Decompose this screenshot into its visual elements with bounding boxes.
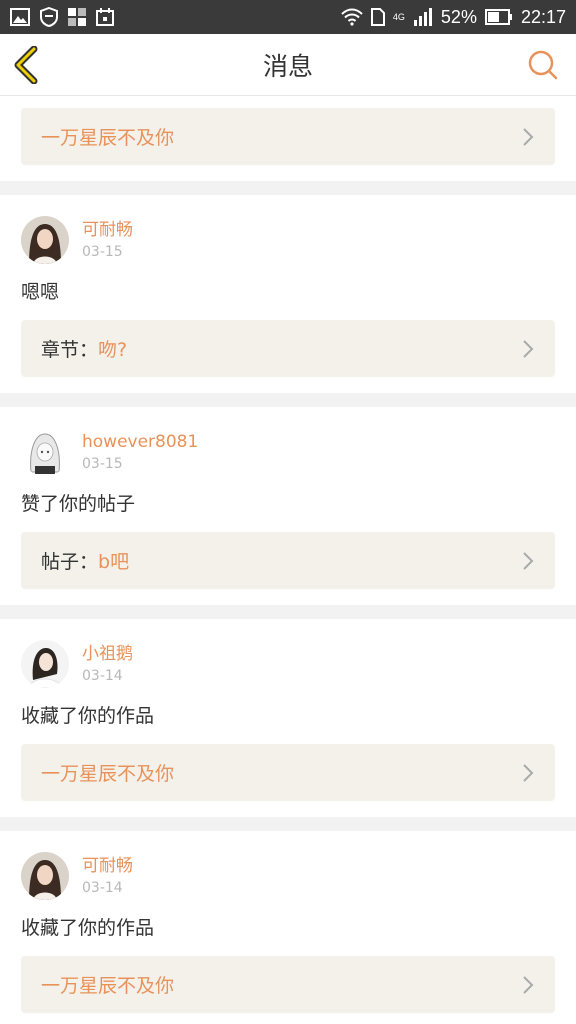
work-link[interactable]: 一万星辰不及你 bbox=[21, 108, 555, 165]
chevron-right-icon bbox=[523, 976, 534, 994]
avatar[interactable] bbox=[21, 428, 69, 476]
user-meta: 小祖鹅 03-14 bbox=[82, 643, 133, 686]
message-date: 03-15 bbox=[82, 455, 123, 472]
link-title: b吧 bbox=[98, 551, 130, 573]
message-text: 收藏了你的作品 bbox=[21, 917, 155, 939]
link-title: 一万星辰不及你 bbox=[41, 975, 175, 997]
message-list: 一万星辰不及你 可耐畅 03-15 嗯嗯 章节： 吻? however8081 … bbox=[0, 96, 576, 1024]
notification-icons bbox=[10, 7, 114, 27]
link-prefix: 章节： bbox=[41, 339, 99, 361]
link-title: 一万星辰不及你 bbox=[41, 127, 175, 149]
user-row: 小祖鹅 03-14 bbox=[21, 639, 555, 689]
message-text: 嗯嗯 bbox=[21, 281, 60, 303]
message-card: 可耐畅 03-14 收藏了你的作品 一万星辰不及你 bbox=[0, 831, 576, 1024]
avatar[interactable] bbox=[21, 852, 69, 900]
signal-icon bbox=[413, 8, 432, 26]
chapter-link[interactable]: 章节： 吻? bbox=[21, 320, 555, 377]
link-prefix: 帖子： bbox=[41, 551, 99, 573]
chevron-right-icon bbox=[523, 128, 534, 146]
chevron-right-icon bbox=[523, 764, 534, 782]
username[interactable]: 小祖鹅 bbox=[82, 643, 133, 665]
link-title: 一万星辰不及你 bbox=[41, 763, 175, 785]
message-text: 收藏了你的作品 bbox=[21, 705, 155, 727]
user-meta: 可耐畅 03-14 bbox=[82, 855, 133, 898]
user-meta: 可耐畅 03-15 bbox=[82, 219, 133, 262]
user-row: however8081 03-15 bbox=[21, 427, 555, 477]
message-date: 03-14 bbox=[82, 879, 123, 896]
avatar[interactable] bbox=[21, 216, 69, 264]
username[interactable]: however8081 bbox=[82, 431, 198, 453]
message-date: 03-14 bbox=[82, 667, 123, 684]
wifi-icon bbox=[341, 8, 363, 26]
message-text: 赞了你的帖子 bbox=[21, 493, 136, 515]
calendar-icon bbox=[96, 8, 114, 26]
message-card: 一万星辰不及你 bbox=[0, 96, 576, 181]
username[interactable]: 可耐畅 bbox=[82, 219, 133, 241]
clock: 22:17 bbox=[520, 6, 566, 27]
battery-percent: 52% bbox=[440, 6, 477, 27]
user-row: 可耐畅 03-15 bbox=[21, 215, 555, 265]
username[interactable]: 可耐畅 bbox=[82, 855, 133, 877]
message-card: however8081 03-15 赞了你的帖子 帖子： b吧 bbox=[0, 407, 576, 605]
user-meta: however8081 03-15 bbox=[82, 431, 198, 474]
apps-grid-icon bbox=[68, 8, 86, 26]
message-date: 03-15 bbox=[82, 243, 123, 260]
page-title: 消息 bbox=[262, 51, 313, 81]
chevron-right-icon bbox=[523, 340, 534, 358]
shield-icon bbox=[40, 7, 58, 27]
status-bar: 4G 52% 22:17 bbox=[0, 0, 576, 34]
nav-bar: 消息 bbox=[0, 34, 576, 96]
user-row: 可耐畅 03-14 bbox=[21, 851, 555, 901]
back-arrow-icon[interactable] bbox=[12, 46, 44, 84]
system-status: 4G 52% 22:17 bbox=[341, 7, 566, 28]
sim-card-icon bbox=[370, 8, 385, 26]
post-link[interactable]: 帖子： b吧 bbox=[21, 532, 555, 589]
avatar[interactable] bbox=[21, 640, 69, 688]
battery-icon bbox=[484, 9, 512, 25]
work-link[interactable]: 一万星辰不及你 bbox=[21, 744, 555, 801]
network-type: 4G bbox=[392, 11, 405, 22]
chevron-right-icon bbox=[523, 552, 534, 570]
message-card: 小祖鹅 03-14 收藏了你的作品 一万星辰不及你 bbox=[0, 619, 576, 817]
link-title: 吻? bbox=[98, 339, 128, 361]
image-icon bbox=[10, 8, 30, 26]
work-link[interactable]: 一万星辰不及你 bbox=[21, 956, 555, 1013]
message-card: 可耐畅 03-15 嗯嗯 章节： 吻? bbox=[0, 195, 576, 393]
search-icon[interactable] bbox=[528, 50, 558, 80]
